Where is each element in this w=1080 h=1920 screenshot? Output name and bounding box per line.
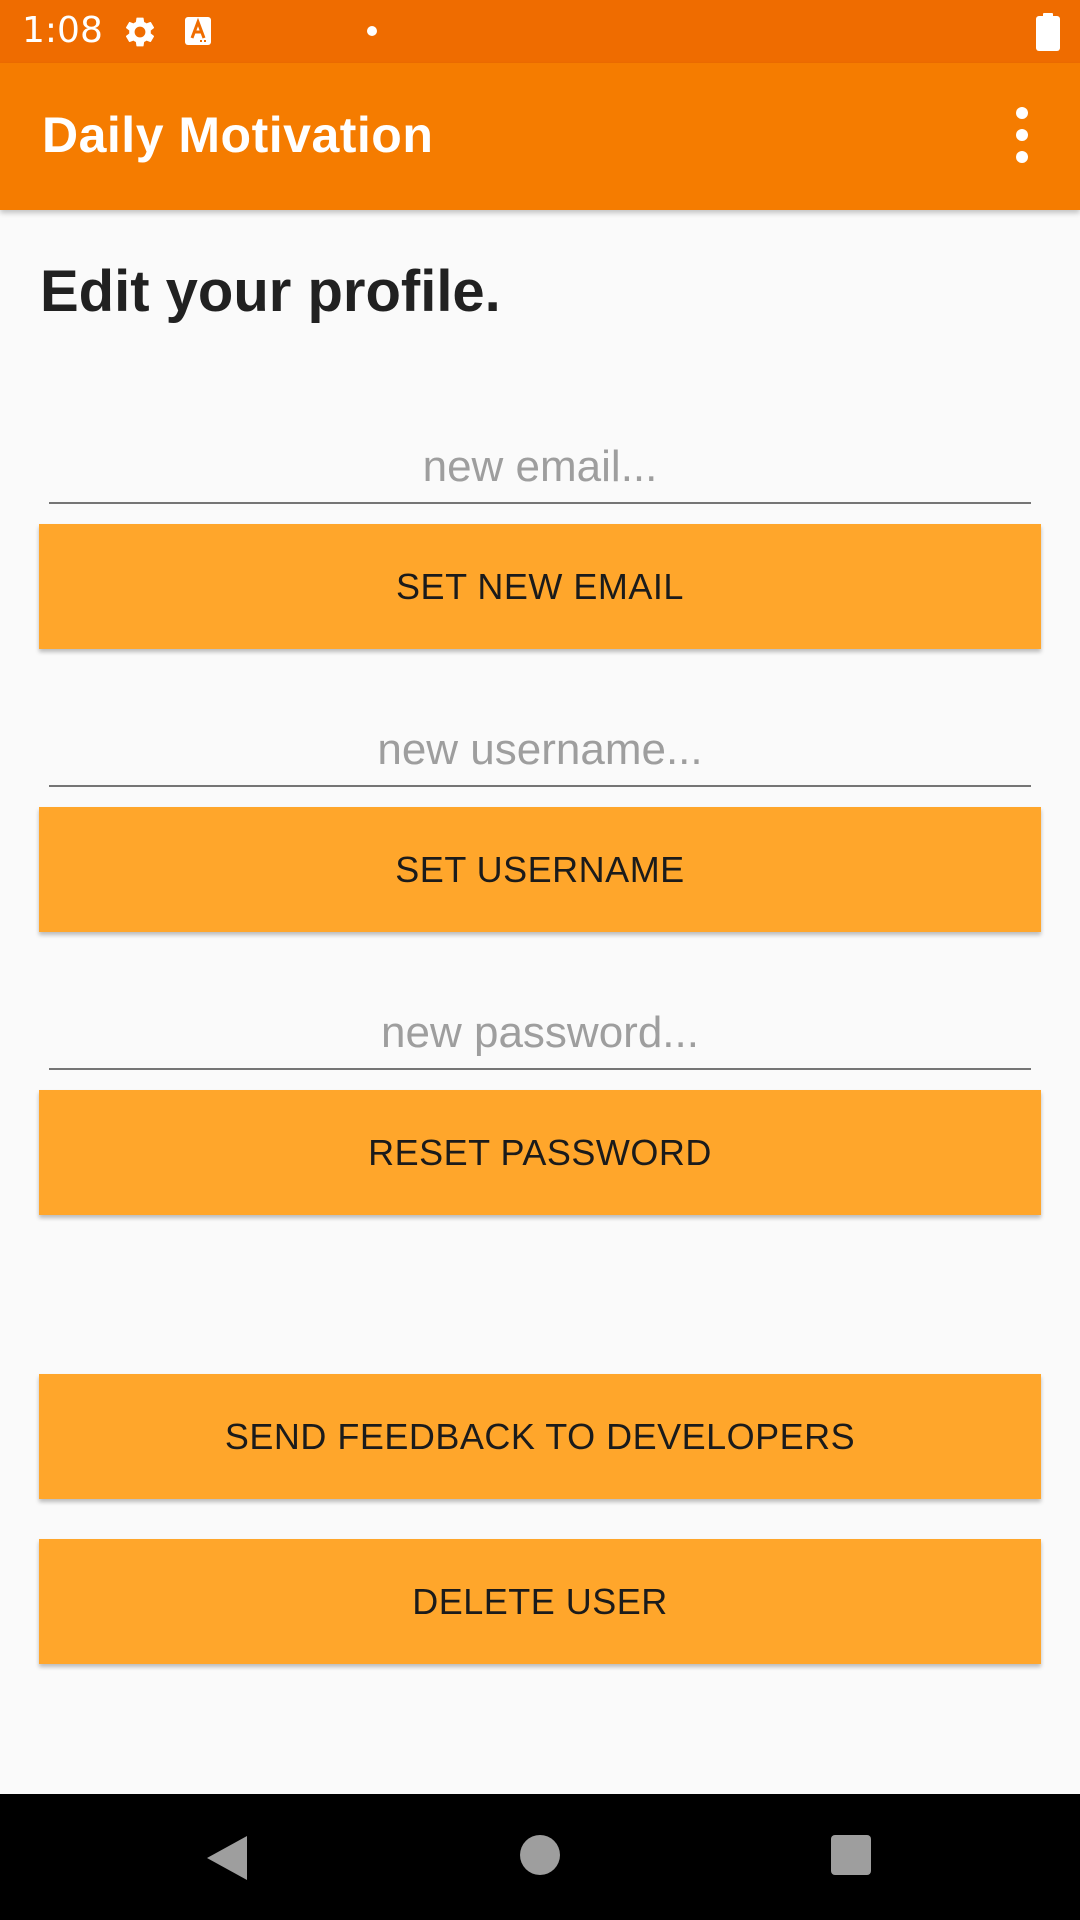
page-title: Edit your profile. (40, 259, 501, 324)
status-time: 1:08 (22, 10, 103, 51)
back-icon[interactable] (205, 1834, 249, 1882)
app-bar: Daily Motivation (0, 63, 1080, 210)
email-field[interactable] (49, 432, 1031, 504)
home-icon[interactable] (520, 1835, 560, 1875)
set-email-button[interactable]: SET NEW EMAIL (39, 524, 1041, 649)
recents-icon[interactable] (831, 1835, 871, 1875)
delete-user-button[interactable]: DELETE USER (39, 1539, 1041, 1664)
gear-icon (125, 17, 155, 47)
battery-icon (1036, 13, 1060, 51)
more-vert-icon[interactable] (1000, 103, 1044, 167)
navigation-bar (0, 1794, 1080, 1920)
set-username-button[interactable]: SET USERNAME (39, 807, 1041, 932)
dot-icon (367, 26, 377, 36)
password-field[interactable] (49, 998, 1031, 1070)
username-field[interactable] (49, 715, 1031, 787)
app-title: Daily Motivation (42, 107, 434, 163)
send-feedback-button[interactable]: SEND FEEDBACK TO DEVELOPERS (39, 1374, 1041, 1499)
status-bar: 1:08 (0, 0, 1080, 63)
a-notification-icon (185, 17, 211, 45)
reset-password-button[interactable]: RESET PASSWORD (39, 1090, 1041, 1215)
